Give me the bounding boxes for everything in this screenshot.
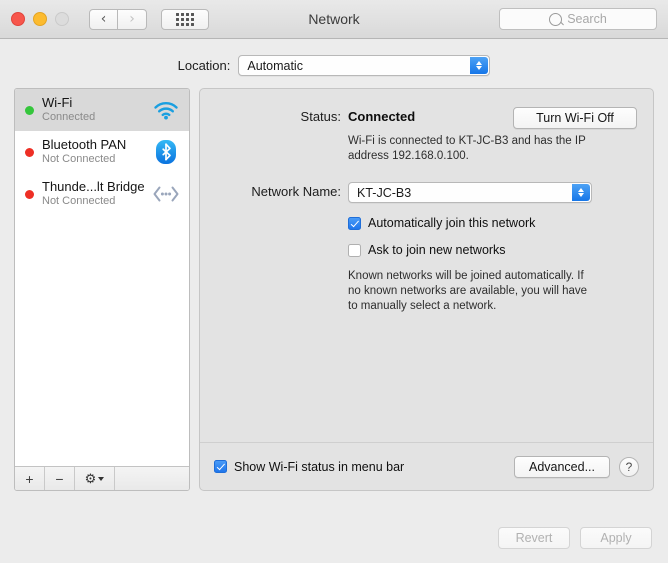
service-action-menu-button[interactable]: ⚙ [75,467,115,490]
status-row: Status: Connected Turn Wi-Fi Off Wi-Fi i… [200,107,653,164]
chevron-down-icon [98,476,105,481]
status-dot-disconnected [25,189,34,199]
wifi-settings-panel: Status: Connected Turn Wi-Fi Off Wi-Fi i… [199,88,654,491]
chevron-updown-icon [572,184,590,201]
plus-icon: + [25,470,34,487]
location-row: Location: Automatic [0,55,668,76]
service-name: Wi-Fi [42,96,73,111]
status-description: Wi-Fi is connected to KT-JC-B3 and has t… [348,135,586,162]
bluetooth-icon [151,138,181,166]
add-service-button[interactable]: + [15,467,45,490]
location-label: Location: [177,58,231,73]
network-name-row: Network Name: KT-JC-B3 [200,182,653,203]
zoom-window-button [55,12,69,26]
back-button[interactable]: ‹ [89,8,118,30]
network-preferences-window: ‹ › Network Search Location: Automatic W… [0,0,668,563]
status-label: Status: [300,109,341,124]
location-popup-button[interactable]: Automatic [238,55,491,76]
forward-button: › [118,8,147,30]
revert-button: Revert [498,527,570,549]
show-status-label: Show Wi-Fi status in menu bar [234,459,405,474]
minus-icon: − [55,470,64,487]
service-name: Bluetooth PAN [42,138,127,153]
ask-join-checkbox-row[interactable]: Ask to join new networks [348,243,653,257]
traffic-lights [11,12,69,26]
service-state: Not Connected [42,195,116,208]
service-list-toolbar: + − ⚙ [15,466,189,490]
search-placeholder: Search [567,12,607,26]
show-status-checkbox[interactable] [214,460,227,473]
network-name-label: Network Name: [251,184,341,199]
status-dot-disconnected [25,147,34,157]
advanced-button[interactable]: Advanced... [514,455,610,478]
navigation-buttons: ‹ › [89,8,147,30]
thunderbolt-icon [151,180,181,208]
show-all-icon [176,12,194,26]
chevron-updown-icon [470,57,489,74]
chevron-left-icon: ‹ [100,11,107,27]
join-help-text: Known networks will be joined automatica… [348,270,588,312]
search-field[interactable]: Search [499,8,657,30]
window-action-buttons: Revert Apply [498,527,652,549]
search-icon [549,12,563,26]
sidebar-item-wifi[interactable]: Wi-Fi Connected [15,89,189,131]
sidebar-item-bluetooth-pan[interactable]: Bluetooth PAN Not Connected [15,131,189,173]
wifi-icon [151,96,181,124]
show-all-button[interactable] [161,8,209,30]
auto-join-checkbox[interactable] [348,216,361,230]
help-button[interactable]: ? [619,456,639,477]
chevron-right-icon: › [129,11,135,27]
minimize-window-button[interactable] [33,12,47,26]
service-state: Connected [42,111,96,124]
sidebar-item-thunderbolt-bridge[interactable]: Thunde...lt Bridge Not Connected [15,173,189,215]
auto-join-label: Automatically join this network [368,216,536,230]
service-name: Thunde...lt Bridge [42,180,145,195]
service-list-panel: Wi-Fi Connected Bluetooth PAN Not Connec… [14,88,190,491]
remove-service-button[interactable]: − [45,467,75,490]
service-list: Wi-Fi Connected Bluetooth PAN Not Connec… [15,89,189,466]
network-name-popup-button[interactable]: KT-JC-B3 [348,182,592,203]
content-area: Wi-Fi Connected Bluetooth PAN Not Connec… [14,88,654,491]
network-name-value: KT-JC-B3 [357,185,412,200]
service-state: Not Connected [42,153,116,166]
show-status-checkbox-row[interactable]: Show Wi-Fi status in menu bar [214,460,514,474]
status-value: Connected [348,109,416,124]
apply-button: Apply [580,527,652,549]
auto-join-checkbox-row[interactable]: Automatically join this network [348,216,653,230]
gear-icon: ⚙ [84,471,97,486]
turn-wifi-off-button[interactable]: Turn Wi-Fi Off [513,107,637,129]
ask-join-label: Ask to join new networks [368,243,506,257]
panel-footer: Show Wi-Fi status in menu bar Advanced..… [200,442,653,490]
status-dot-connected [25,105,34,115]
close-window-button[interactable] [11,12,25,26]
location-value: Automatic [247,58,303,73]
toolbar-filler [115,467,189,490]
ask-join-checkbox[interactable] [348,243,361,257]
title-bar: ‹ › Network Search [0,0,668,39]
